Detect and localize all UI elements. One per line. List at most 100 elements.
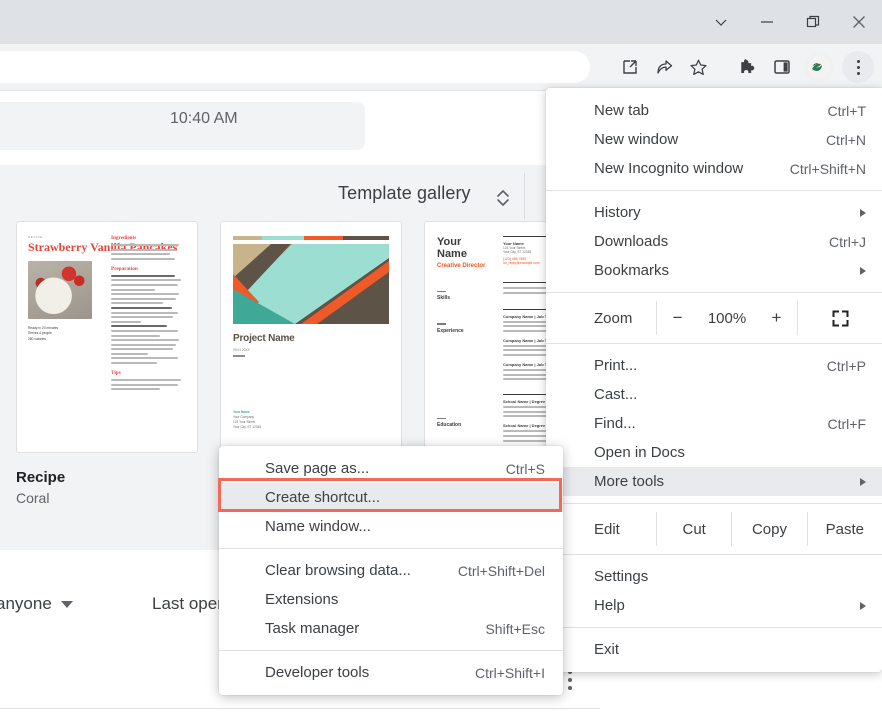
menu-item-accelerator: Ctrl+J (829, 233, 866, 250)
menu-item-accelerator: Ctrl+Shift+N (789, 160, 866, 177)
menu-separator (546, 292, 882, 293)
minimize-icon[interactable] (744, 0, 790, 44)
profile-avatar[interactable] (804, 52, 834, 82)
menu-item-label: New tab (594, 102, 650, 119)
window-titlebar (0, 0, 882, 44)
chevron-down-icon (60, 600, 73, 608)
menu-item-accelerator: Ctrl+Shift+I (474, 664, 545, 681)
menu-item-label: History (594, 204, 641, 221)
menu-item-label: Extensions (265, 591, 339, 608)
three-dot-glyph (856, 59, 860, 75)
menu-item-accelerator: Ctrl+F (827, 415, 867, 432)
menu-separator (546, 503, 882, 504)
submenu-item-create-shortcut[interactable]: Create shortcut... (219, 483, 563, 512)
project-footer: Your Name Your Company 123 Your Street Y… (233, 410, 261, 430)
gallery-sort-chevrons-icon[interactable] (494, 187, 512, 209)
menu-item-label: Downloads (594, 233, 669, 250)
menu-separator (546, 554, 882, 555)
menu-item-label: New Incognito window (594, 160, 744, 177)
zoom-out-button[interactable]: − (667, 308, 689, 328)
menu-item-print[interactable]: Print... Ctrl+P (546, 351, 882, 380)
recipe-right-column: Ingredients Preparation Tips (111, 235, 185, 393)
browser-toolbar (0, 44, 882, 90)
menu-separator (546, 627, 882, 628)
menu-item-accelerator: Ctrl+Shift+Del (457, 562, 545, 579)
side-panel-icon[interactable] (766, 51, 798, 83)
menu-item-more-tools[interactable]: More tools (546, 467, 882, 496)
menu-group-tools: Print... Ctrl+P Cast... Find... Ctrl+F O… (546, 351, 882, 496)
menu-item-new-window[interactable]: New window Ctrl+N (546, 125, 882, 154)
open-in-new-icon[interactable] (614, 51, 646, 83)
menu-item-label: New window (594, 131, 679, 148)
menu-item-help[interactable]: Help (546, 591, 882, 620)
tab-search-chevron-down-icon[interactable] (698, 0, 744, 44)
menu-item-accelerator: Ctrl+P (826, 357, 866, 374)
menu-item-downloads[interactable]: Downloads Ctrl+J (546, 227, 882, 256)
menu-group-new: New tab Ctrl+T New window Ctrl+N New Inc… (546, 96, 882, 183)
fullscreen-button[interactable] (798, 300, 882, 336)
menu-item-new-incognito-window[interactable]: New Incognito window Ctrl+Shift+N (546, 154, 882, 183)
zoom-in-button[interactable]: + (765, 308, 787, 328)
menu-item-accelerator: Ctrl+T (827, 102, 867, 119)
zoom-level-value: 100% (707, 309, 747, 327)
zoom-label: Zoom (594, 309, 633, 327)
template-card-recipe[interactable]: RECIPE Strawberry Vanilla Pancakes Ready… (16, 221, 198, 506)
menu-separator (219, 650, 563, 651)
menu-item-find[interactable]: Find... Ctrl+F (546, 409, 882, 438)
recipe-photo (28, 260, 92, 319)
submenu-item-name-window[interactable]: Name window... (219, 512, 563, 541)
document-row-more-options-icon[interactable] (563, 670, 577, 690)
menu-separator (546, 343, 882, 344)
submenu-item-save-page-as[interactable]: Save page as... Ctrl+S (219, 454, 563, 483)
recipe-tips-heading: Tips (111, 370, 121, 377)
bookmark-star-icon[interactable] (682, 51, 714, 83)
menu-separator (546, 190, 882, 191)
menu-item-label: Task manager (265, 620, 360, 637)
share-icon[interactable] (648, 51, 680, 83)
menu-item-open-in-docs[interactable]: Open in Docs (546, 438, 882, 467)
template-thumbnail[interactable]: Project Name 09.04.20XX Your Name Your C… (220, 221, 402, 453)
menu-zoom-row: Zoom − 100% + (546, 300, 882, 336)
menu-item-settings[interactable]: Settings (546, 562, 882, 591)
project-color-bars (233, 236, 389, 240)
menu-item-label: Create shortcut... (265, 489, 381, 506)
copy-button[interactable]: Copy (732, 511, 806, 547)
project-footer-city: Your City, ST 12345 (233, 425, 262, 429)
chrome-menu-icon[interactable] (842, 51, 874, 83)
menu-item-new-tab[interactable]: New tab Ctrl+T (546, 96, 882, 125)
menu-item-cast[interactable]: Cast... (546, 380, 882, 409)
menu-item-bookmarks[interactable]: Bookmarks (546, 256, 882, 285)
close-icon[interactable] (836, 0, 882, 44)
owner-filter-dropdown[interactable]: anyone (0, 594, 73, 614)
submenu-item-developer-tools[interactable]: Developer tools Ctrl+Shift+I (219, 658, 563, 687)
menu-item-label: Name window... (265, 518, 371, 535)
more-tools-submenu: Save page as... Ctrl+S Create shortcut..… (219, 446, 563, 695)
menu-item-label: Print... (594, 357, 638, 374)
submenu-item-extensions[interactable]: Extensions (219, 585, 563, 614)
chrome-main-menu: New tab Ctrl+T New window Ctrl+N New Inc… (546, 88, 882, 672)
submenu-item-clear-browsing-data[interactable]: Clear browsing data... Ctrl+Shift+Del (219, 556, 563, 585)
template-gallery-title: Template gallery (338, 183, 471, 203)
menu-item-history[interactable]: History (546, 198, 882, 227)
menu-item-label: Cast... (594, 386, 638, 403)
menu-group-settings: Settings Help (546, 562, 882, 620)
submenu-arrow-icon (860, 208, 866, 217)
zoom-controls: − 100% + (657, 300, 797, 336)
address-bar[interactable] (0, 51, 590, 83)
menu-group-browsing: History Downloads Ctrl+J Bookmarks (546, 198, 882, 285)
menu-item-label: More tools (594, 473, 665, 490)
document-last-opened-time: 10:40 AM (170, 110, 238, 127)
menu-item-label: Exit (594, 641, 620, 658)
menu-item-label: Bookmarks (594, 262, 670, 279)
menu-item-label: Save page as... (265, 460, 370, 477)
restore-icon[interactable] (790, 0, 836, 44)
owner-filter-label: anyone (0, 594, 52, 613)
menu-item-label: Open in Docs (594, 444, 685, 461)
cut-button[interactable]: Cut (657, 511, 731, 547)
submenu-item-task-manager[interactable]: Task manager Shift+Esc (219, 614, 563, 643)
template-thumbnail[interactable]: RECIPE Strawberry Vanilla Pancakes Ready… (16, 221, 198, 453)
toolbar-icon-group (614, 44, 874, 90)
extensions-puzzle-icon[interactable] (732, 51, 764, 83)
paste-button[interactable]: Paste (808, 511, 882, 547)
menu-item-exit[interactable]: Exit (546, 635, 882, 664)
